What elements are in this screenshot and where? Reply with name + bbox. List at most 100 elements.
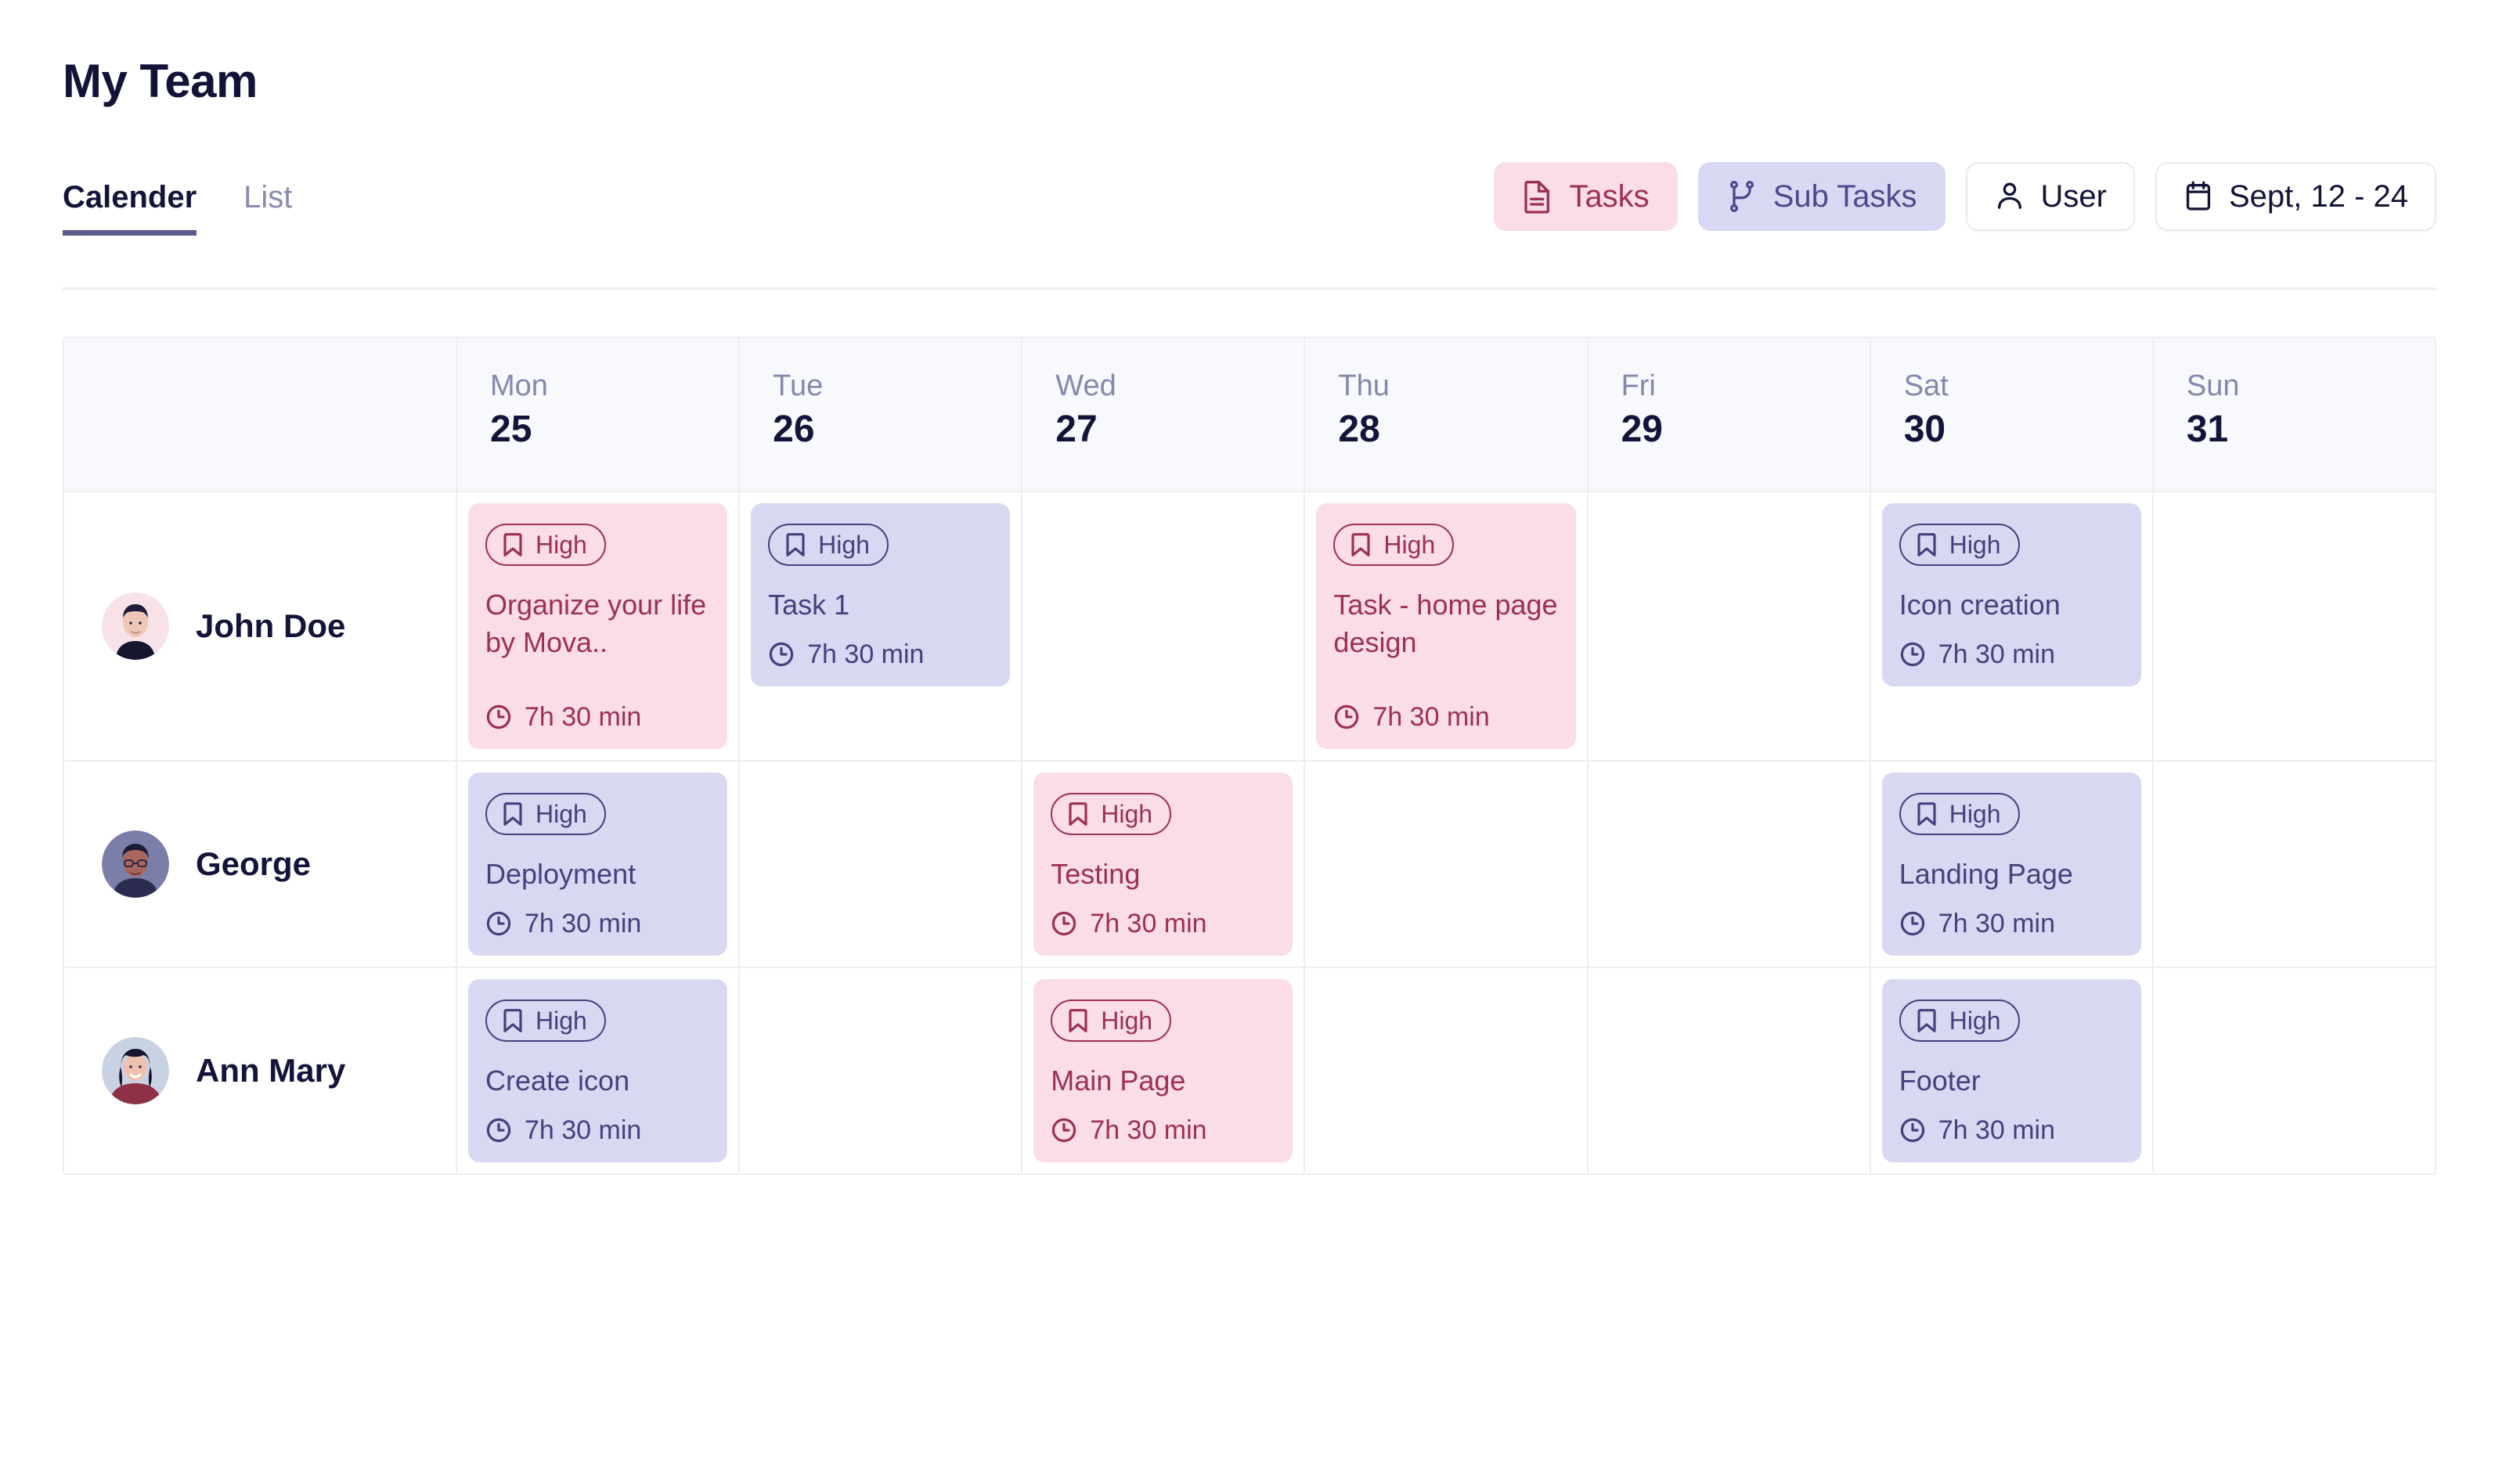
bookmark-icon bbox=[1915, 801, 1938, 827]
page-title: My Team bbox=[63, 55, 258, 107]
task-title: Landing Page bbox=[1899, 857, 2073, 890]
day-number: 26 bbox=[773, 408, 815, 450]
priority-label: High bbox=[1949, 799, 2001, 828]
clock-icon bbox=[1051, 1117, 1077, 1144]
day-cell[interactable] bbox=[1586, 761, 1870, 967]
day-cell[interactable]: High Deployment 7h 30 min bbox=[456, 761, 738, 967]
subtasks-filter-label: Sub Tasks bbox=[1772, 179, 1917, 214]
day-name: Thu bbox=[1338, 369, 1390, 402]
task-card[interactable]: High Testing 7h 30 min bbox=[1033, 772, 1293, 956]
priority-badge: High bbox=[768, 524, 889, 566]
bookmark-icon bbox=[1066, 1007, 1090, 1034]
day-cell[interactable]: High Footer 7h 30 min bbox=[1869, 967, 2152, 1173]
day-number: 29 bbox=[1621, 408, 1663, 450]
tab-list[interactable]: List bbox=[243, 182, 292, 236]
avatar bbox=[102, 592, 169, 660]
day-header-sun: Sun 31 bbox=[2151, 338, 2435, 491]
task-duration: 7h 30 min bbox=[768, 641, 993, 668]
task-duration: 7h 30 min bbox=[1899, 910, 2124, 937]
day-cell[interactable]: High Testing 7h 30 min bbox=[1021, 761, 1304, 967]
priority-label: High bbox=[536, 799, 587, 828]
day-cell[interactable] bbox=[1021, 492, 1304, 760]
task-card[interactable]: High Create icon 7h 30 min bbox=[468, 978, 728, 1162]
day-header-sat: Sat 30 bbox=[1869, 338, 2152, 491]
task-title: Organize your life by Mova.. bbox=[485, 589, 707, 658]
tasks-filter-button[interactable]: Tasks bbox=[1494, 162, 1678, 231]
person-cell: John Doe bbox=[64, 492, 456, 760]
day-name: Fri bbox=[1621, 369, 1656, 402]
task-title: Footer bbox=[1899, 1064, 1981, 1097]
priority-label: High bbox=[1383, 531, 1436, 559]
day-cell[interactable]: High Organize your life by Mova.. 7h 30 mi… bbox=[456, 492, 738, 760]
day-cell[interactable] bbox=[2151, 967, 2435, 1173]
header-corner-cell bbox=[64, 338, 456, 491]
calendar-body: John Doe High Organize your life by Mova..… bbox=[64, 491, 2435, 1173]
task-card[interactable]: High Landing Page 7h 30 min bbox=[1881, 772, 2141, 956]
day-header-wed: Wed 27 bbox=[1021, 338, 1304, 491]
task-card[interactable]: High Footer 7h 30 min bbox=[1881, 978, 2141, 1162]
task-duration-label: 7h 30 min bbox=[525, 908, 642, 938]
task-card[interactable]: High Task - home page design 7h 30 min bbox=[1316, 503, 1576, 749]
day-cell[interactable] bbox=[1586, 492, 1870, 760]
task-duration-label: 7h 30 min bbox=[1372, 701, 1490, 732]
task-title: Task 1 bbox=[768, 589, 850, 621]
tab-calender[interactable]: Calender bbox=[63, 182, 197, 236]
task-duration-label: 7h 30 min bbox=[1090, 1115, 1207, 1145]
task-card[interactable]: High Deployment 7h 30 min bbox=[468, 772, 728, 956]
day-cell[interactable]: High Create icon 7h 30 min bbox=[456, 967, 738, 1173]
task-card[interactable]: High Icon creation 7h 30 min bbox=[1881, 503, 2141, 686]
priority-label: High bbox=[1101, 799, 1153, 828]
person-cell: Ann Mary bbox=[64, 968, 456, 1173]
task-duration: 7h 30 min bbox=[1899, 641, 2124, 668]
priority-label: High bbox=[536, 1006, 587, 1035]
day-number: 30 bbox=[1903, 408, 1946, 450]
day-name: Wed bbox=[1055, 369, 1116, 402]
date-range-button[interactable]: Sept, 12 - 24 bbox=[2155, 162, 2436, 231]
day-cell[interactable] bbox=[738, 967, 1021, 1173]
day-header-fri: Fri 29 bbox=[1586, 338, 1870, 491]
day-cell[interactable] bbox=[2151, 492, 2435, 760]
calendar-person-row: Ann Mary High Create icon 7h 30 min High Main… bbox=[64, 966, 2435, 1173]
day-cell[interactable]: High Task 1 7h 30 min bbox=[738, 492, 1021, 760]
task-title: Testing bbox=[1051, 857, 1141, 890]
day-cell[interactable] bbox=[1304, 967, 1586, 1173]
day-header-mon: Mon 25 bbox=[456, 338, 738, 491]
day-cell[interactable] bbox=[1586, 967, 1870, 1173]
day-cell[interactable]: High Task - home page design 7h 30 min bbox=[1304, 492, 1586, 760]
task-duration: 7h 30 min bbox=[1899, 1117, 2124, 1144]
task-duration-label: 7h 30 min bbox=[525, 701, 642, 732]
user-filter-label: User bbox=[2040, 179, 2107, 214]
date-range-label: Sept, 12 - 24 bbox=[2228, 179, 2408, 214]
subtasks-filter-button[interactable]: Sub Tasks bbox=[1697, 162, 1945, 231]
view-tabs: Calender List bbox=[63, 182, 292, 236]
priority-badge: High bbox=[1899, 792, 2020, 835]
priority-label: High bbox=[1101, 1006, 1153, 1035]
day-cell[interactable] bbox=[1304, 761, 1586, 967]
person-name: Ann Mary bbox=[196, 1051, 346, 1089]
task-duration-label: 7h 30 min bbox=[1938, 639, 2056, 669]
day-number: 31 bbox=[2186, 408, 2229, 450]
day-cell[interactable] bbox=[738, 761, 1021, 967]
task-title: Deployment bbox=[485, 857, 636, 890]
task-card[interactable]: High Main Page 7h 30 min bbox=[1033, 978, 1293, 1162]
day-cell[interactable]: High Main Page 7h 30 min bbox=[1021, 967, 1304, 1173]
day-cell[interactable]: High Icon creation 7h 30 min bbox=[1869, 492, 2152, 760]
day-name: Tue bbox=[773, 369, 824, 402]
day-cell[interactable]: High Landing Page 7h 30 min bbox=[1869, 761, 2152, 967]
task-card[interactable]: High Organize your life by Mova.. 7h 30 mi… bbox=[468, 503, 728, 749]
task-duration-label: 7h 30 min bbox=[1938, 908, 2056, 938]
task-duration-label: 7h 30 min bbox=[1938, 1115, 2056, 1145]
user-filter-button[interactable]: User bbox=[1965, 162, 2135, 231]
clock-icon bbox=[768, 641, 795, 668]
clock-icon bbox=[485, 1117, 512, 1144]
bookmark-icon bbox=[1915, 531, 1938, 558]
priority-label: High bbox=[1949, 1006, 2001, 1035]
toolbar: Tasks Sub Tasks User Sept, 12 - 24 bbox=[1494, 162, 2436, 231]
clock-icon bbox=[1051, 910, 1077, 937]
priority-badge: High bbox=[1333, 524, 1455, 566]
task-card[interactable]: High Task 1 7h 30 min bbox=[751, 503, 1011, 686]
priority-badge: High bbox=[485, 524, 606, 566]
day-cell[interactable] bbox=[2151, 761, 2435, 967]
calendar-grid: Mon 25 Tue 26 Wed 27 Thu 28 Fri 29 Sat 3… bbox=[63, 337, 2436, 1175]
task-duration-label: 7h 30 min bbox=[1090, 908, 1207, 938]
